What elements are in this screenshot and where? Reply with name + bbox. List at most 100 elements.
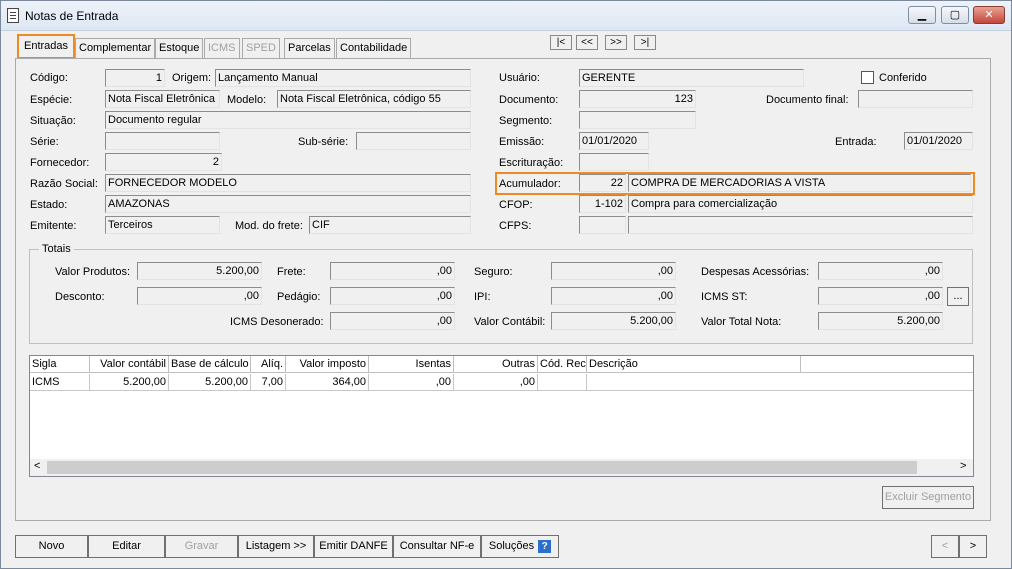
tab-contabilidade[interactable]: Contabilidade bbox=[336, 38, 412, 58]
gravar-button[interactable]: Gravar bbox=[165, 535, 238, 558]
next-record-button[interactable]: >> bbox=[605, 35, 627, 50]
seguro-field[interactable]: ,00 bbox=[551, 262, 676, 280]
emitir-danfe-button[interactable]: Emitir DANFE bbox=[314, 535, 393, 558]
icms-st-ellipsis-button[interactable]: ... bbox=[947, 287, 969, 306]
documento-field[interactable]: 123 bbox=[579, 90, 696, 108]
col-aliquota[interactable]: Alíq. bbox=[251, 356, 286, 373]
usuario-field[interactable]: GERENTE bbox=[579, 69, 804, 87]
editar-button[interactable]: Editar bbox=[88, 535, 165, 558]
prev-page-button[interactable]: < bbox=[931, 535, 959, 558]
conferido-checkbox[interactable] bbox=[861, 71, 874, 84]
codigo-label: Código: bbox=[30, 72, 68, 84]
valor-produtos-field[interactable]: 5.200,00 bbox=[137, 262, 262, 280]
col-descricao[interactable]: Descrição bbox=[587, 356, 801, 373]
cell-aliquota[interactable]: 7,00 bbox=[251, 374, 286, 391]
valor-total-nota-field[interactable]: 5.200,00 bbox=[818, 312, 943, 330]
novo-button[interactable]: Novo bbox=[15, 535, 88, 558]
ipi-label: IPI: bbox=[474, 291, 491, 303]
previous-record-button[interactable]: << bbox=[576, 35, 598, 50]
estado-field[interactable]: AMAZONAS bbox=[105, 195, 471, 213]
cell-valor-imposto[interactable]: 364,00 bbox=[286, 374, 369, 391]
tab-entradas[interactable]: Entradas bbox=[17, 34, 76, 59]
codigo-field[interactable]: 1 bbox=[105, 69, 165, 87]
despesas-acessorias-label: Despesas Acessórias: bbox=[701, 266, 810, 278]
situacao-field[interactable]: Documento regular bbox=[105, 111, 471, 129]
pedagio-field[interactable]: ,00 bbox=[330, 287, 455, 305]
desconto-field[interactable]: ,00 bbox=[137, 287, 262, 305]
maximize-button[interactable]: ▢ bbox=[941, 6, 969, 24]
col-valor-imposto[interactable]: Valor imposto bbox=[286, 356, 369, 373]
cell-isentas[interactable]: ,00 bbox=[369, 374, 454, 391]
conferido-label: Conferido bbox=[879, 72, 927, 84]
estado-label: Estado: bbox=[30, 199, 68, 211]
help-icon: ? bbox=[538, 539, 552, 553]
close-button[interactable]: ✕ bbox=[973, 6, 1005, 24]
icms-st-label: ICMS ST: bbox=[701, 291, 748, 303]
first-record-button[interactable]: |< bbox=[550, 35, 572, 50]
tab-icms[interactable]: ICMS bbox=[204, 38, 240, 58]
origem-field[interactable]: Lançamento Manual bbox=[215, 69, 471, 87]
cell-descricao[interactable] bbox=[587, 374, 973, 391]
subserie-field[interactable] bbox=[356, 132, 471, 150]
col-outras[interactable]: Outras bbox=[454, 356, 538, 373]
next-page-button[interactable]: > bbox=[959, 535, 987, 558]
cell-base-calculo[interactable]: 5.200,00 bbox=[169, 374, 251, 391]
cfps-desc-field[interactable] bbox=[628, 216, 973, 234]
cell-sigla[interactable]: ICMS bbox=[30, 374, 90, 391]
fornecedor-field[interactable]: 2 bbox=[105, 153, 222, 171]
segments-table[interactable]: Sigla Valor contábil Base de cálculo Alí… bbox=[29, 355, 974, 477]
consultar-nfe-button[interactable]: Consultar NF-e bbox=[393, 535, 481, 558]
icms-desonerado-field[interactable]: ,00 bbox=[330, 312, 455, 330]
tab-estoque[interactable]: Estoque bbox=[155, 38, 204, 58]
documento-final-field[interactable] bbox=[858, 90, 973, 108]
cell-outras[interactable]: ,00 bbox=[454, 374, 538, 391]
acumulador-code-field[interactable]: 22 bbox=[579, 174, 626, 192]
tab-complementar[interactable]: Complementar bbox=[75, 38, 156, 58]
razao-social-label: Razão Social: bbox=[30, 178, 98, 190]
segmento-field[interactable] bbox=[579, 111, 696, 129]
minimize-button[interactable]: ▁ bbox=[908, 6, 936, 24]
acumulador-desc-field[interactable]: COMPRA DE MERCADORIAS A VISTA bbox=[628, 174, 971, 192]
modelo-field[interactable]: Nota Fiscal Eletrônica, código 55 bbox=[277, 90, 471, 108]
solucoes-button[interactable]: Soluções? bbox=[481, 535, 559, 558]
emitente-field[interactable]: Terceiros bbox=[105, 216, 220, 234]
serie-field[interactable] bbox=[105, 132, 220, 150]
tab-sped[interactable]: SPED bbox=[242, 38, 280, 58]
despesas-acessorias-field[interactable]: ,00 bbox=[818, 262, 943, 280]
col-sigla[interactable]: Sigla bbox=[30, 356, 90, 373]
cfps-code-field[interactable] bbox=[579, 216, 626, 234]
razao-social-field[interactable]: FORNECEDOR MODELO bbox=[105, 174, 471, 192]
valor-contabil-field[interactable]: 5.200,00 bbox=[551, 312, 676, 330]
cfop-code-field[interactable]: 1-102 bbox=[579, 195, 626, 213]
mod-frete-field[interactable]: CIF bbox=[309, 216, 471, 234]
col-cod-rec[interactable]: Cód. Rec. bbox=[538, 356, 587, 373]
cfop-desc-field[interactable]: Compra para comercialização bbox=[628, 195, 973, 213]
col-isentas[interactable]: Isentas bbox=[369, 356, 454, 373]
escrituracao-field[interactable] bbox=[579, 153, 649, 171]
origem-label: Origem: bbox=[172, 72, 212, 84]
pedagio-label: Pedágio: bbox=[277, 291, 321, 303]
cell-cod-rec[interactable] bbox=[538, 374, 587, 391]
last-record-button[interactable]: >| bbox=[634, 35, 656, 50]
frete-field[interactable]: ,00 bbox=[330, 262, 455, 280]
excluir-segmento-button[interactable]: Excluir Segmento bbox=[882, 486, 974, 509]
mod-frete-label: Mod. do frete: bbox=[235, 220, 303, 232]
acumulador-label: Acumulador: bbox=[499, 178, 561, 190]
valor-contabil-label: Valor Contábil: bbox=[474, 316, 546, 328]
col-valor-contabil[interactable]: Valor contábil bbox=[90, 356, 169, 373]
totais-title: Totais bbox=[39, 243, 74, 255]
col-base-calculo[interactable]: Base de cálculo bbox=[169, 356, 251, 373]
emissao-field[interactable]: 01/01/2020 bbox=[579, 132, 649, 150]
scroll-thumb[interactable] bbox=[47, 461, 917, 474]
ipi-field[interactable]: ,00 bbox=[551, 287, 676, 305]
entrada-field[interactable]: 01/01/2020 bbox=[904, 132, 973, 150]
scroll-left-arrow[interactable]: < bbox=[34, 460, 40, 472]
listagem-button[interactable]: Listagem >> bbox=[238, 535, 314, 558]
scroll-right-arrow[interactable]: > bbox=[960, 460, 966, 472]
icms-st-field[interactable]: ,00 bbox=[818, 287, 943, 305]
horizontal-scrollbar[interactable]: < > bbox=[30, 459, 973, 476]
especie-field[interactable]: Nota Fiscal Eletrônica bbox=[105, 90, 220, 108]
cell-valor-contabil[interactable]: 5.200,00 bbox=[90, 374, 169, 391]
frete-label: Frete: bbox=[277, 266, 306, 278]
tab-parcelas[interactable]: Parcelas bbox=[284, 38, 335, 58]
